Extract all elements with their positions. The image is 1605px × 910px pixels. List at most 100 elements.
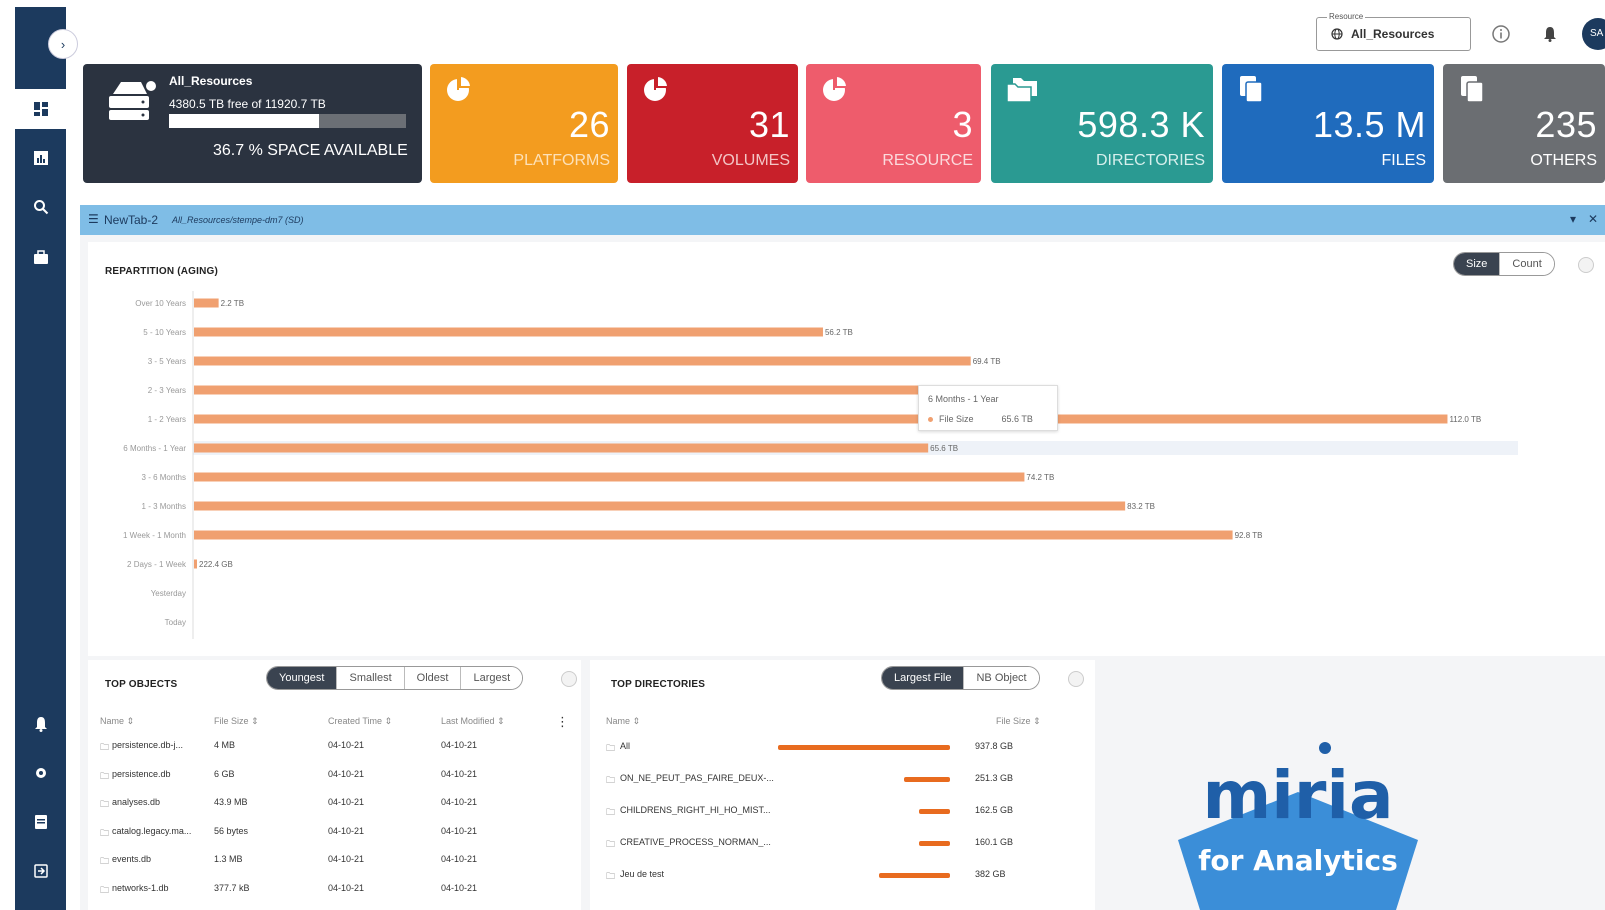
aging-bar[interactable] [194, 443, 929, 453]
directory-size: 160.1 GB [975, 837, 1014, 847]
nb-object-toggle-button[interactable]: NB Object [963, 667, 1039, 689]
col-created-header[interactable]: Created Time ⇕ [328, 716, 392, 727]
table-row[interactable]: 🗀 events.db 1.3 MB 04-10-21 04-10-21 [88, 854, 581, 880]
sidebar-item-settings[interactable] [15, 753, 66, 793]
aging-bar[interactable] [194, 559, 197, 569]
column-menu-icon[interactable]: ⋮ [556, 714, 569, 730]
table-row[interactable]: 🗀 catalog.legacy.ma... 56 bytes 04-10-21 04-… [88, 826, 581, 852]
bar-value-label: 74.2 TB [1026, 473, 1054, 482]
top-dirs-toggle: Largest File NB Object [881, 666, 1040, 690]
files-label: FILES [1381, 152, 1426, 169]
sidebar-item-dashboard[interactable] [15, 89, 66, 129]
resource-label: RESOURCE [882, 152, 973, 169]
bar-value-label: 56.2 TB [825, 328, 853, 337]
folder-icon: 🗀 [606, 775, 616, 785]
aging-bar[interactable] [194, 501, 1126, 511]
resource-value: All_Resources [1351, 27, 1435, 41]
tab-name[interactable]: NewTab-2 [104, 213, 158, 227]
table-row[interactable]: 🗀 persistence.db-j... 4 MB 04-10-21 04-10-21 [88, 740, 581, 766]
directories-value: 598.3 K [1077, 104, 1205, 145]
aging-bar[interactable] [194, 327, 823, 337]
directory-size: 382 GB [975, 869, 1006, 879]
aging-bar[interactable] [194, 385, 929, 395]
others-card[interactable]: 235 OTHERS [1443, 64, 1605, 183]
top-objects-settings-icon[interactable] [561, 671, 577, 687]
oldest-toggle-button[interactable]: Oldest [403, 667, 461, 689]
sidebar-item-logout[interactable] [15, 851, 66, 891]
resource-value: 3 [952, 104, 973, 145]
close-tab-icon[interactable]: ✕ [1588, 212, 1598, 226]
directory-name: All [620, 741, 631, 751]
info-button[interactable] [1489, 22, 1513, 46]
directory-row[interactable]: 🗀 All 937.8 GB [590, 741, 1095, 769]
object-size: 4 MB [214, 740, 236, 750]
sidebar-item-docs[interactable] [15, 802, 66, 842]
workspace-tab-bar: ☰ NewTab-2 All_Resources/stempe-dm7 (SD)… [80, 205, 1605, 235]
table-row[interactable]: 🗀 networks-1.db 377.7 kB 04-10-21 04-10-21 [88, 883, 581, 909]
notifications-button[interactable] [1538, 22, 1562, 46]
y-tick-label: 1 Week - 1 Month [123, 531, 186, 540]
col-modified-header[interactable]: Last Modified ⇕ [441, 716, 505, 727]
directory-row[interactable]: 🗀 CREATIVE_PROCESS_NORMAN_... 160.1 GB [590, 837, 1095, 865]
chart-tooltip: 6 Months - 1 Year File Size 65.6 TB [918, 385, 1058, 431]
sidebar-item-search[interactable] [15, 187, 66, 227]
directories-card[interactable]: 598.3 K DIRECTORIES [991, 64, 1213, 183]
table-row[interactable]: 🗀 persistence.db 6 GB 04-10-21 04-10-21 [88, 769, 581, 795]
volumes-card[interactable]: 31 VOLUMES [627, 64, 798, 183]
largest-toggle-button[interactable]: Largest [460, 667, 523, 689]
resource-selector[interactable]: Resource All_Resources [1316, 12, 1471, 51]
directory-row[interactable]: 🗀 CHILDRENS_RIGHT_HI_HO_MIST... 162.5 GB [590, 805, 1095, 833]
col-name-header[interactable]: Name ⇕ [100, 716, 134, 727]
sidebar-item-notifications[interactable] [15, 704, 66, 744]
y-tick-label: 1 - 2 Years [148, 415, 186, 424]
youngest-toggle-button[interactable]: Youngest [267, 667, 337, 689]
user-avatar[interactable]: SA [1582, 18, 1605, 50]
aging-bar[interactable] [194, 356, 971, 366]
largest-file-toggle-button[interactable]: Largest File [882, 667, 964, 689]
directory-name: ON_NE_PEUT_PAS_FAIRE_DEUX-... [620, 773, 774, 783]
folder-icon: 🗀 [606, 743, 616, 753]
menu-icon[interactable]: ☰ [88, 212, 99, 226]
platforms-card[interactable]: 26 PLATFORMS [430, 64, 618, 183]
tooltip-value: 65.6 TB [1001, 414, 1033, 424]
dir-col-size-header[interactable]: File Size ⇕ [996, 716, 1041, 727]
platforms-value: 26 [568, 104, 610, 145]
sidebar-item-reports[interactable] [15, 138, 66, 178]
directory-row[interactable]: 🗀 ON_NE_PEUT_PAS_FAIRE_DEUX-... 251.3 GB [590, 773, 1095, 801]
resource-free-text: 4380.5 TB free of 11920.7 TB [169, 97, 326, 111]
aging-bar[interactable] [194, 298, 219, 308]
directories-label: DIRECTORIES [1095, 152, 1205, 169]
top-dirs-settings-icon[interactable] [1068, 671, 1084, 687]
files-value: 13.5 M [1312, 104, 1426, 145]
folder-icon: 🗀 [606, 839, 616, 849]
bar-value-label: 222.4 GB [199, 560, 233, 569]
sidebar-item-jobs[interactable] [15, 237, 66, 277]
object-name: networks-1.db [112, 882, 169, 893]
object-name: persistence.db-j... [112, 740, 184, 750]
sidebar-toggle-button[interactable]: › [48, 29, 78, 59]
files-card[interactable]: 13.5 M FILES [1222, 64, 1434, 183]
resource-card[interactable]: 3 RESOURCE [806, 64, 981, 183]
object-modified: 04-10-21 [441, 882, 478, 893]
y-tick-label: 1 - 3 Months [142, 502, 186, 511]
folder-icon: 🗀 [100, 770, 110, 781]
table-row[interactable]: 🗀 analyses.db 43.9 MB 04-10-21 04-10-21 [88, 797, 581, 823]
aging-bar[interactable] [194, 472, 1025, 482]
collapse-icon[interactable]: ▾ [1570, 212, 1576, 226]
volumes-label: VOLUMES [711, 152, 790, 169]
dir-col-name-header[interactable]: Name ⇕ [606, 716, 640, 727]
bar-value-label: 65.6 TB [930, 444, 958, 453]
object-size: 6 GB [214, 768, 235, 779]
aging-bar[interactable] [194, 414, 1448, 424]
globe-icon [1331, 28, 1343, 40]
smallest-toggle-button[interactable]: Smallest [336, 667, 404, 689]
col-size-header[interactable]: File Size ⇕ [214, 716, 259, 727]
bar-value-label: 2.2 TB [221, 299, 244, 308]
y-tick-label: 5 - 10 Years [143, 328, 186, 337]
object-created: 04-10-21 [328, 825, 365, 836]
folder-icon: 🗀 [606, 807, 616, 817]
directory-row[interactable]: 🗀 Jeu de test 382 GB [590, 869, 1095, 897]
aging-bar[interactable] [194, 530, 1233, 540]
object-modified: 04-10-21 [441, 854, 478, 864]
pie-chart-icon [644, 74, 670, 101]
